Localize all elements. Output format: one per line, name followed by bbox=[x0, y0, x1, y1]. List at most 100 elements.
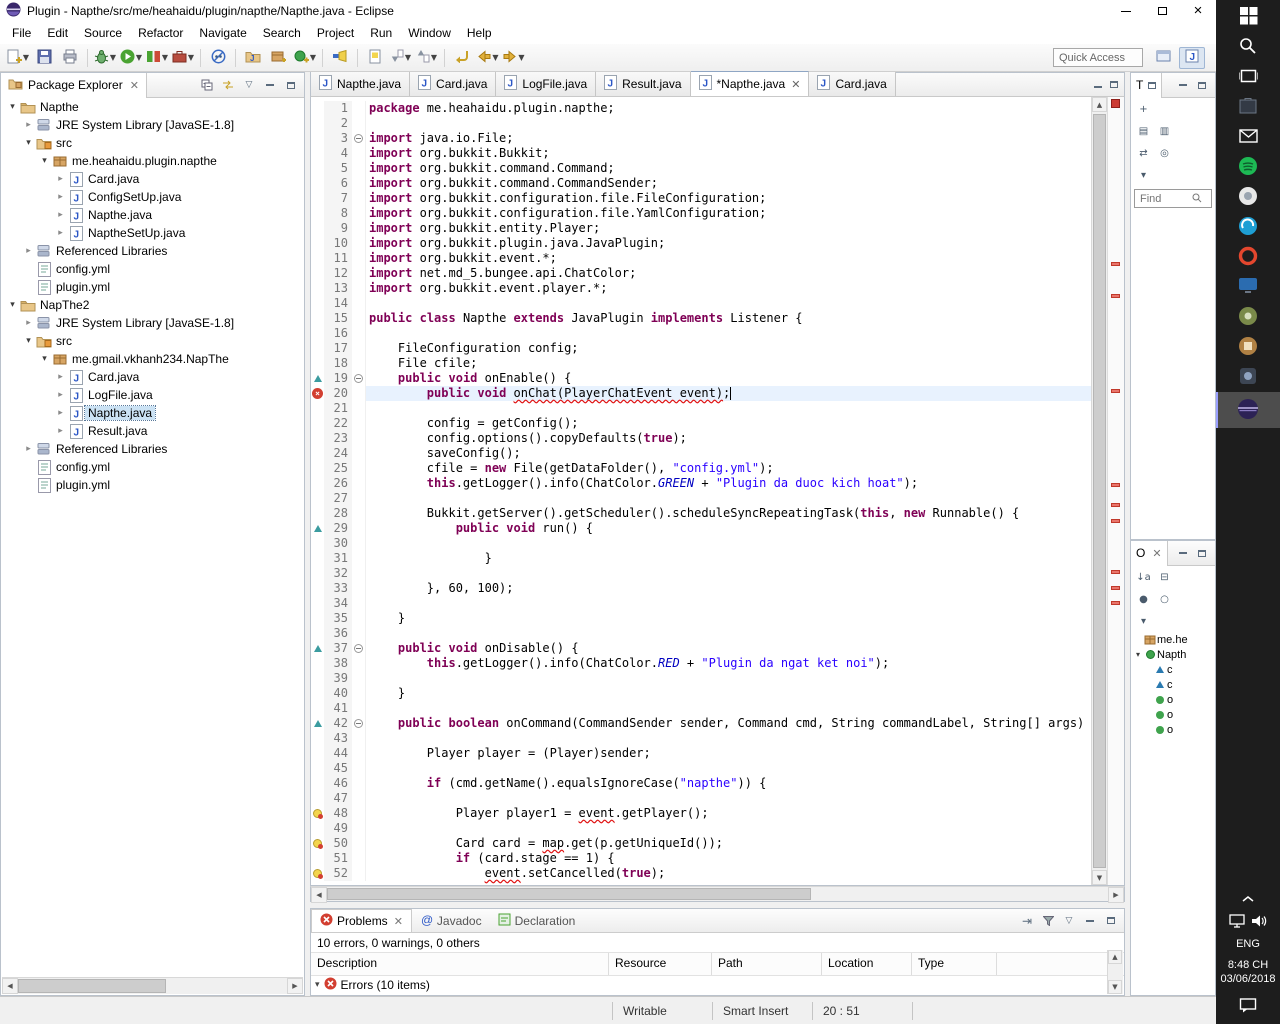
code-line-17[interactable]: 17 FileConfiguration config; bbox=[311, 341, 1091, 356]
tree-item-jre-system-library-javase-1-8-[interactable]: ▸JRE System Library [JavaSE-1.8] bbox=[2, 116, 303, 134]
code-line-46[interactable]: 46 if (cmd.getName().equalsIgnoreCase("n… bbox=[311, 776, 1091, 791]
tab-javadoc[interactable]: @Javadoc bbox=[412, 910, 490, 932]
code-line-10[interactable]: 10import org.bukkit.plugin.java.JavaPlug… bbox=[311, 236, 1091, 251]
menu-navigate[interactable]: Navigate bbox=[191, 24, 254, 42]
skip-all-breakpoints-button[interactable] bbox=[206, 47, 230, 69]
tree-item-me-gmail-vkhanh234-napthe[interactable]: ▾me.gmail.vkhanh234.NapThe bbox=[2, 350, 303, 368]
window-close-button[interactable]: × bbox=[1180, 0, 1216, 22]
editor-tab-logfile-java[interactable]: JLogFile.java bbox=[496, 72, 596, 96]
view-menu-icon[interactable]: ▽ bbox=[1062, 914, 1076, 928]
collapse-arrow-icon[interactable]: ▸ bbox=[22, 120, 35, 130]
code-line-11[interactable]: 11import org.bukkit.event.*; bbox=[311, 251, 1091, 266]
new-task-icon[interactable]: + bbox=[1135, 101, 1152, 117]
dropdown-arrow-icon[interactable]: ▼ bbox=[136, 53, 142, 62]
back-button[interactable]: ▼ bbox=[476, 47, 500, 69]
link-with-editor-icon[interactable] bbox=[221, 78, 235, 92]
taskbar-app-green[interactable] bbox=[1216, 152, 1280, 182]
code-line-51[interactable]: 51 if (card.stage == 1) { bbox=[311, 851, 1091, 866]
overview-ruler[interactable] bbox=[1107, 97, 1124, 885]
code-line-4[interactable]: 4import org.bukkit.Bukkit; bbox=[311, 146, 1091, 161]
code-line-25[interactable]: 25 cfile = new File(getDataFolder(), "co… bbox=[311, 461, 1091, 476]
code-line-1[interactable]: 1package me.heahaidu.plugin.napthe; bbox=[311, 101, 1091, 116]
minimize-view-icon[interactable] bbox=[1083, 914, 1097, 928]
expand-arrow-icon[interactable]: ▾ bbox=[22, 336, 35, 346]
collapse-arrow-icon[interactable]: ▸ bbox=[54, 372, 67, 382]
code-line-27[interactable]: 27 bbox=[311, 491, 1091, 506]
code-line-2[interactable]: 2 bbox=[311, 116, 1091, 131]
tab-task-list[interactable]: T bbox=[1131, 73, 1162, 98]
code-line-50[interactable]: 50 Card card = map.get(p.getUniqueId()); bbox=[311, 836, 1091, 851]
hide-static-icon[interactable]: ○ bbox=[1156, 591, 1173, 607]
code-line-28[interactable]: 28 Bukkit.getServer().getScheduler().sch… bbox=[311, 506, 1091, 521]
collapse-arrow-icon[interactable]: ▸ bbox=[54, 192, 67, 202]
menu-refactor[interactable]: Refactor bbox=[130, 24, 191, 42]
fold-collapse-icon[interactable] bbox=[354, 644, 363, 653]
problems-vscrollbar[interactable]: ▲ ▼ bbox=[1107, 950, 1123, 994]
hide-fields-icon[interactable]: ● bbox=[1135, 591, 1152, 607]
dropdown-arrow-icon[interactable]: ▼ bbox=[188, 53, 194, 62]
code-line-34[interactable]: 34 bbox=[311, 596, 1091, 611]
dropdown-arrow-icon[interactable]: ▼ bbox=[405, 53, 411, 62]
ruler-error-mark[interactable] bbox=[1111, 570, 1120, 574]
code-line-15[interactable]: 15public class Napthe extends JavaPlugin… bbox=[311, 311, 1091, 326]
window-minimize-button[interactable] bbox=[1108, 0, 1144, 22]
ruler-error-mark[interactable] bbox=[1111, 503, 1120, 507]
tree-item-card-java[interactable]: ▸JCard.java bbox=[2, 368, 303, 386]
run-button[interactable]: ▼ bbox=[119, 47, 143, 69]
ruler-error-mark[interactable] bbox=[1111, 601, 1120, 605]
minimize-editor-icon[interactable] bbox=[1094, 77, 1102, 91]
editor-tab-card-java[interactable]: JCard.java bbox=[809, 72, 895, 96]
code-line-12[interactable]: 12import net.md_5.bungee.api.ChatColor; bbox=[311, 266, 1091, 281]
language-indicator[interactable]: ENG bbox=[1216, 934, 1280, 954]
tree-item-napthe-java[interactable]: ▸JNapthe.java bbox=[2, 206, 303, 224]
menu-source[interactable]: Source bbox=[76, 24, 130, 42]
minimize-view-icon[interactable] bbox=[263, 78, 277, 92]
taskbar-app-light[interactable] bbox=[1216, 182, 1280, 212]
java-perspective-button[interactable]: J bbox=[1179, 47, 1205, 69]
new-button[interactable]: ▼ bbox=[6, 47, 30, 69]
column-header-description[interactable]: Description bbox=[311, 953, 609, 975]
tree-item-config-yml[interactable]: config.yml bbox=[2, 458, 303, 476]
code-line-48[interactable]: 48 Player player1 = event.getPlayer(); bbox=[311, 806, 1091, 821]
code-line-43[interactable]: 43 bbox=[311, 731, 1091, 746]
maximize-view-icon[interactable] bbox=[1104, 914, 1118, 928]
error-marker-icon[interactable]: × bbox=[312, 388, 323, 399]
action-center-button[interactable] bbox=[1216, 990, 1280, 1020]
scheduled-icon[interactable]: ▥ bbox=[1156, 123, 1173, 139]
ruler-error-mark[interactable] bbox=[1111, 389, 1120, 393]
taskbar-app-gold[interactable] bbox=[1216, 332, 1280, 362]
taskbar-clock[interactable]: 8:48 CH 03/06/2018 bbox=[1220, 958, 1275, 986]
open-search-dialog-button[interactable] bbox=[328, 47, 352, 69]
print-button[interactable] bbox=[58, 47, 82, 69]
expand-arrow-icon[interactable]: ▾ bbox=[22, 138, 35, 148]
outline-item[interactable]: me.he bbox=[1131, 632, 1215, 647]
maximize-view-icon[interactable] bbox=[284, 78, 298, 92]
collapse-arrow-icon[interactable]: ▸ bbox=[22, 444, 35, 454]
code-line-30[interactable]: 30 bbox=[311, 536, 1091, 551]
quickfix-error-marker-icon[interactable] bbox=[313, 809, 322, 818]
menu-help[interactable]: Help bbox=[459, 24, 500, 42]
code-line-52[interactable]: 52 event.setCancelled(true); bbox=[311, 866, 1091, 881]
taskbar-app-media[interactable] bbox=[1216, 272, 1280, 302]
code-line-8[interactable]: 8import org.bukkit.configuration.file.Ya… bbox=[311, 206, 1091, 221]
quickfix-error-marker-icon[interactable] bbox=[313, 869, 322, 878]
view-menu-chevron-icon[interactable]: ▾ bbox=[1135, 167, 1152, 183]
code-line-21[interactable]: 21 bbox=[311, 401, 1091, 416]
collapse-arrow-icon[interactable]: ▸ bbox=[54, 408, 67, 418]
ruler-error-mark[interactable] bbox=[1111, 294, 1120, 298]
problems-errors-group-row[interactable]: ▾ Errors (10 items) bbox=[311, 976, 1124, 994]
tree-item-napthe-java[interactable]: ▸JNapthe.java bbox=[2, 404, 303, 422]
collapse-arrow-icon[interactable]: ▸ bbox=[54, 210, 67, 220]
taskbar-task-view-button[interactable] bbox=[1216, 62, 1280, 92]
dropdown-arrow-icon[interactable]: ▼ bbox=[431, 53, 437, 62]
editor-tab-card-java[interactable]: JCard.java bbox=[410, 72, 496, 96]
code-line-35[interactable]: 35 } bbox=[311, 611, 1091, 626]
code-line-26[interactable]: 26 this.getLogger().info(ChatColor.GREEN… bbox=[311, 476, 1091, 491]
toggle-mark-occurrences-button[interactable] bbox=[363, 47, 387, 69]
expand-arrow-icon[interactable]: ▾ bbox=[38, 156, 51, 166]
debug-button[interactable]: ▼ bbox=[93, 47, 117, 69]
open-perspective-button[interactable] bbox=[1151, 47, 1177, 69]
tree-item-src[interactable]: ▾src bbox=[2, 134, 303, 152]
code-line-19[interactable]: 19 public void onEnable() { bbox=[311, 371, 1091, 386]
menu-window[interactable]: Window bbox=[400, 24, 459, 42]
